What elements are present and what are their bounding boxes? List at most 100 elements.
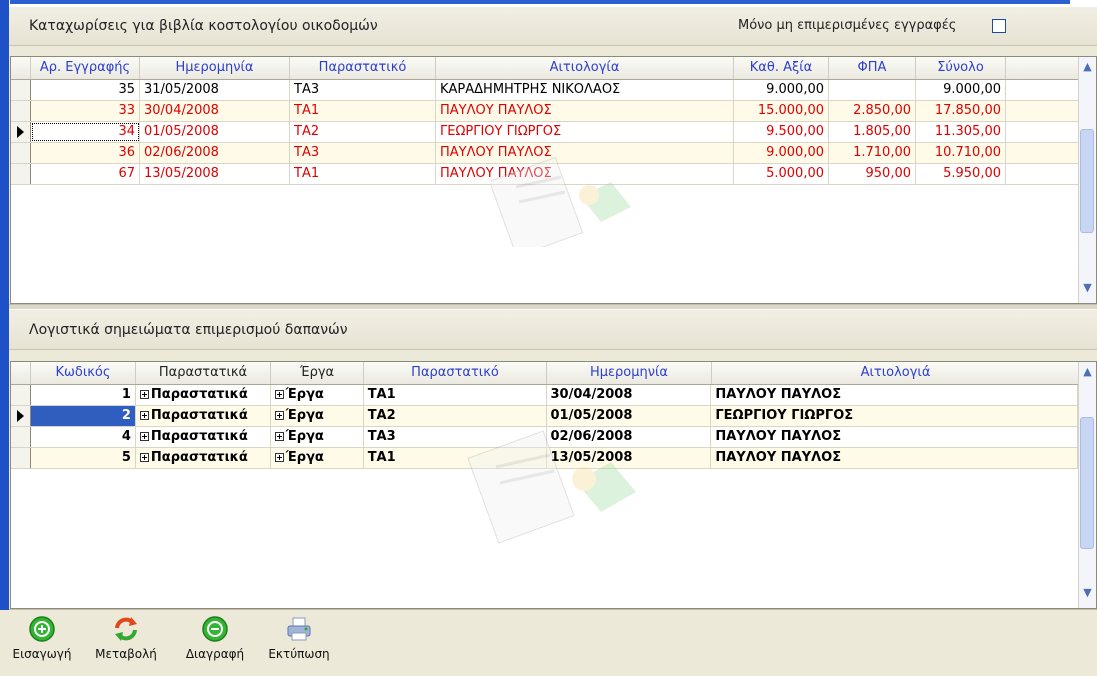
- documents-expander[interactable]: Παραστατικά: [136, 385, 271, 405]
- description-cell[interactable]: ΓΕΩΡΓΙΟΥ ΓΙΩΡΓΟΣ: [436, 122, 734, 142]
- expand-plus-icon[interactable]: [274, 390, 284, 399]
- col-date[interactable]: Ημερομηνία: [140, 57, 290, 79]
- document-cell[interactable]: ΤΑ2: [364, 406, 547, 426]
- date-cell[interactable]: 02/06/2008: [140, 143, 290, 163]
- date-cell[interactable]: 30/04/2008: [547, 385, 712, 405]
- date-cell[interactable]: 02/06/2008: [547, 427, 712, 447]
- vat-cell[interactable]: 2.850,00: [829, 101, 916, 121]
- col-net-value[interactable]: Καθ. Αξία: [734, 57, 829, 79]
- expand-plus-icon[interactable]: [139, 411, 149, 420]
- code-cell[interactable]: 4: [31, 427, 136, 447]
- expand-plus-icon[interactable]: [139, 453, 149, 462]
- code-cell[interactable]: 2: [30, 406, 136, 426]
- net-value-cell[interactable]: 9.000,00: [734, 80, 829, 100]
- expand-plus-icon[interactable]: [274, 432, 284, 441]
- scroll-thumb[interactable]: [1080, 129, 1094, 233]
- description-cell[interactable]: ΠΑΥΛΟΥ ΠΑΥΛΟΣ: [436, 143, 734, 163]
- date-cell[interactable]: 31/05/2008: [140, 80, 290, 100]
- notes-vscrollbar[interactable]: ▲ ▼: [1078, 362, 1096, 608]
- entry-row[interactable]: 36 02/06/2008 ΤΑ3 ΠΑΥΛΟΥ ΠΑΥΛΟΣ 9.000,00 1.71…: [11, 143, 1078, 164]
- col-description[interactable]: Αιτιολογία: [436, 57, 734, 79]
- vat-cell[interactable]: 950,00: [829, 164, 916, 184]
- col-date[interactable]: Ημερομηνία: [547, 362, 712, 384]
- entry-row[interactable]: 35 31/05/2008 ΤΑ3 ΚΑΡΑΔΗΜΗΤΡΗΣ ΝΙΚΟΛΑΟΣ 9.00…: [11, 80, 1078, 101]
- document-cell[interactable]: ΤΑ3: [290, 80, 436, 100]
- allocation-row[interactable]: 4 Παραστατικά Έργα ΤΑ3 02/06/2008 ΠΑΥΛΟΥ ΠΑΥΛ…: [11, 427, 1078, 448]
- date-cell[interactable]: 01/05/2008: [140, 122, 290, 142]
- total-cell[interactable]: 17.850,00: [916, 101, 1006, 121]
- document-cell[interactable]: ΤΑ3: [364, 427, 547, 447]
- expand-plus-icon[interactable]: [139, 390, 149, 399]
- code-cell[interactable]: 1: [31, 385, 136, 405]
- entries-vscrollbar[interactable]: ▲ ▼: [1078, 57, 1096, 303]
- description-cell[interactable]: ΠΑΥΛΟΥ ΠΑΥΛΟΣ: [711, 427, 1078, 447]
- entry-no-cell[interactable]: 67: [31, 164, 140, 184]
- net-value-cell[interactable]: 15.000,00: [734, 101, 829, 121]
- total-cell[interactable]: 10.710,00: [916, 143, 1006, 163]
- documents-expander[interactable]: Παραστατικά: [136, 448, 271, 468]
- vat-cell[interactable]: [829, 80, 916, 100]
- allocation-row[interactable]: 2 Παραστατικά Έργα ΤΑ2 01/05/2008 ΓΕΩΡΓΙΟΥ ΓΙ…: [11, 406, 1078, 427]
- col-total[interactable]: Σύνολο: [916, 57, 1006, 79]
- works-expander[interactable]: Έργα: [271, 427, 364, 447]
- expand-plus-icon[interactable]: [274, 453, 284, 462]
- edit-button[interactable]: Μεταβολή: [94, 615, 158, 661]
- expand-plus-icon[interactable]: [139, 432, 149, 441]
- entry-row[interactable]: 33 30/04/2008 ΤΑ1 ΠΑΥΛΟΥ ΠΑΥΛΟΣ 15.000,00 2.8…: [11, 101, 1078, 122]
- col-description[interactable]: Αιτιολογιά: [712, 362, 1079, 384]
- entry-no-cell[interactable]: 33: [31, 101, 140, 121]
- print-button[interactable]: Εκτύπωση: [259, 615, 339, 661]
- entry-no-cell[interactable]: 34: [31, 122, 140, 142]
- scroll-down-icon[interactable]: ▼: [1079, 279, 1096, 296]
- vat-cell[interactable]: 1.710,00: [829, 143, 916, 163]
- total-cell[interactable]: 9.000,00: [916, 80, 1006, 100]
- description-cell[interactable]: ΠΑΥΛΟΥ ΠΑΥΛΟΣ: [436, 164, 734, 184]
- scroll-up-icon[interactable]: ▲: [1079, 363, 1096, 380]
- works-expander[interactable]: Έργα: [271, 448, 364, 468]
- row-indicator[interactable]: [11, 406, 31, 426]
- vat-cell[interactable]: 1.805,00: [829, 122, 916, 142]
- scroll-down-icon[interactable]: ▼: [1079, 584, 1096, 601]
- scroll-thumb[interactable]: [1080, 417, 1094, 549]
- date-cell[interactable]: 30/04/2008: [140, 101, 290, 121]
- delete-button[interactable]: Διαγραφή: [175, 615, 255, 661]
- entry-no-cell[interactable]: 35: [31, 80, 140, 100]
- document-cell[interactable]: ΤΑ2: [290, 122, 436, 142]
- description-cell[interactable]: ΠΑΥΛΟΥ ΠΑΥΛΟΣ: [436, 101, 734, 121]
- scroll-up-icon[interactable]: ▲: [1079, 58, 1096, 75]
- total-cell[interactable]: 5.950,00: [916, 164, 1006, 184]
- document-cell[interactable]: ΤΑ3: [290, 143, 436, 163]
- description-cell[interactable]: ΓΕΩΡΓΙΟΥ ΓΙΩΡΓΟΣ: [711, 406, 1078, 426]
- date-cell[interactable]: 13/05/2008: [547, 448, 712, 468]
- net-value-cell[interactable]: 5.000,00: [734, 164, 829, 184]
- description-cell[interactable]: ΠΑΥΛΟΥ ΠΑΥΛΟΣ: [711, 448, 1078, 468]
- row-indicator[interactable]: [11, 448, 31, 468]
- document-cell[interactable]: ΤΑ1: [290, 101, 436, 121]
- date-cell[interactable]: 01/05/2008: [547, 406, 712, 426]
- row-indicator[interactable]: [11, 101, 31, 121]
- row-indicator[interactable]: [11, 80, 31, 100]
- code-cell[interactable]: 5: [31, 448, 136, 468]
- col-document[interactable]: Παραστατικό: [364, 362, 547, 384]
- row-indicator[interactable]: [11, 164, 31, 184]
- filter-checkbox[interactable]: [992, 19, 1006, 33]
- row-indicator[interactable]: [11, 385, 31, 405]
- allocation-row[interactable]: 1 Παραστατικά Έργα ΤΑ1 30/04/2008 ΠΑΥΛΟΥ ΠΑΥΛ…: [11, 385, 1078, 406]
- document-cell[interactable]: ΤΑ1: [364, 385, 547, 405]
- description-cell[interactable]: ΠΑΥΛΟΥ ΠΑΥΛΟΣ: [711, 385, 1078, 405]
- panel-splitter[interactable]: [9, 304, 1097, 310]
- expand-plus-icon[interactable]: [274, 411, 284, 420]
- net-value-cell[interactable]: 9.000,00: [734, 143, 829, 163]
- col-entry-no[interactable]: Αρ. Εγγραφής: [31, 57, 140, 79]
- works-expander[interactable]: Έργα: [271, 385, 364, 405]
- col-code[interactable]: Κωδικός: [31, 362, 136, 384]
- allocation-row[interactable]: 5 Παραστατικά Έργα ΤΑ1 13/05/2008 ΠΑΥΛΟΥ ΠΑΥΛ…: [11, 448, 1078, 469]
- row-indicator[interactable]: [11, 427, 31, 447]
- entry-no-cell[interactable]: 36: [31, 143, 140, 163]
- works-expander[interactable]: Έργα: [271, 406, 364, 426]
- document-cell[interactable]: ΤΑ1: [290, 164, 436, 184]
- col-document[interactable]: Παραστατικό: [290, 57, 436, 79]
- document-cell[interactable]: ΤΑ1: [364, 448, 547, 468]
- row-indicator[interactable]: [11, 122, 31, 142]
- col-documents[interactable]: Παραστατικά: [136, 362, 271, 384]
